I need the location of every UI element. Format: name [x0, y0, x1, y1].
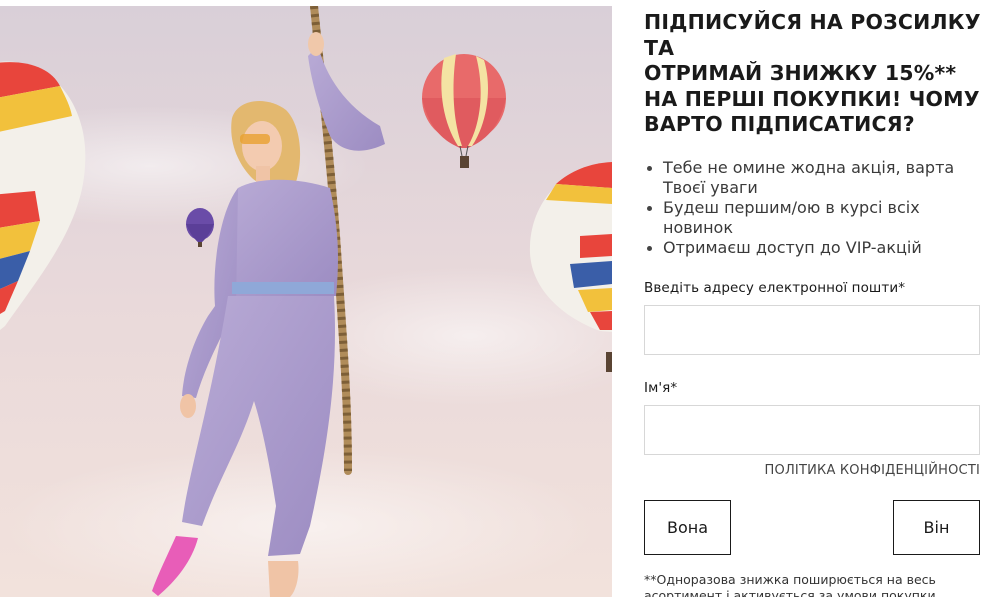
benefit-item: Тебе не омине жодна акція, варта Твоєї у… [646, 158, 966, 198]
discount-footnote: **Одноразова знижка поширюється на весь … [644, 572, 936, 597]
newsletter-panel: ПІДПИСУЙСЯ НА РОЗСИЛКУ ТА ОТРИМАЙ ЗНИЖКУ… [644, 0, 984, 597]
privacy-policy-link[interactable]: ПОЛІТИКА КОНФІДЕНЦІЙНОСТІ [765, 463, 980, 478]
newsletter-headline: ПІДПИСУЙСЯ НА РОЗСИЛКУ ТА ОТРИМАЙ ЗНИЖКУ… [644, 10, 984, 138]
name-field[interactable] [644, 405, 980, 455]
benefit-item: Отримаєш доступ до VIP-акцій [646, 238, 966, 258]
benefits-list: Тебе не омине жодна акція, варта Твоєї у… [646, 158, 966, 258]
headline-line-4: НА ПЕРШІ ПОКУПКИ! ЧОМУ [644, 86, 980, 111]
headline-discount: ОТРИМАЙ ЗНИЖКУ 15%** [644, 61, 957, 85]
email-label: Введіть адресу електронної пошти* [644, 280, 906, 296]
female-button[interactable]: Вона [644, 500, 731, 555]
name-label: Ім'я* [644, 380, 678, 396]
hero-illustration [0, 6, 612, 597]
headline-line-2: ТА [644, 35, 675, 60]
headline-line-5: ВАРТО ПІДПИСАТИСЯ? [644, 112, 915, 136]
male-button[interactable]: Він [893, 500, 980, 555]
email-field[interactable] [644, 305, 980, 355]
benefit-item: Будеш першим/ою в курсі всіх новинок [646, 198, 966, 238]
headline-line-1: ПІДПИСУЙСЯ НА РОЗСИЛКУ [644, 10, 981, 34]
hero-image [0, 6, 612, 597]
